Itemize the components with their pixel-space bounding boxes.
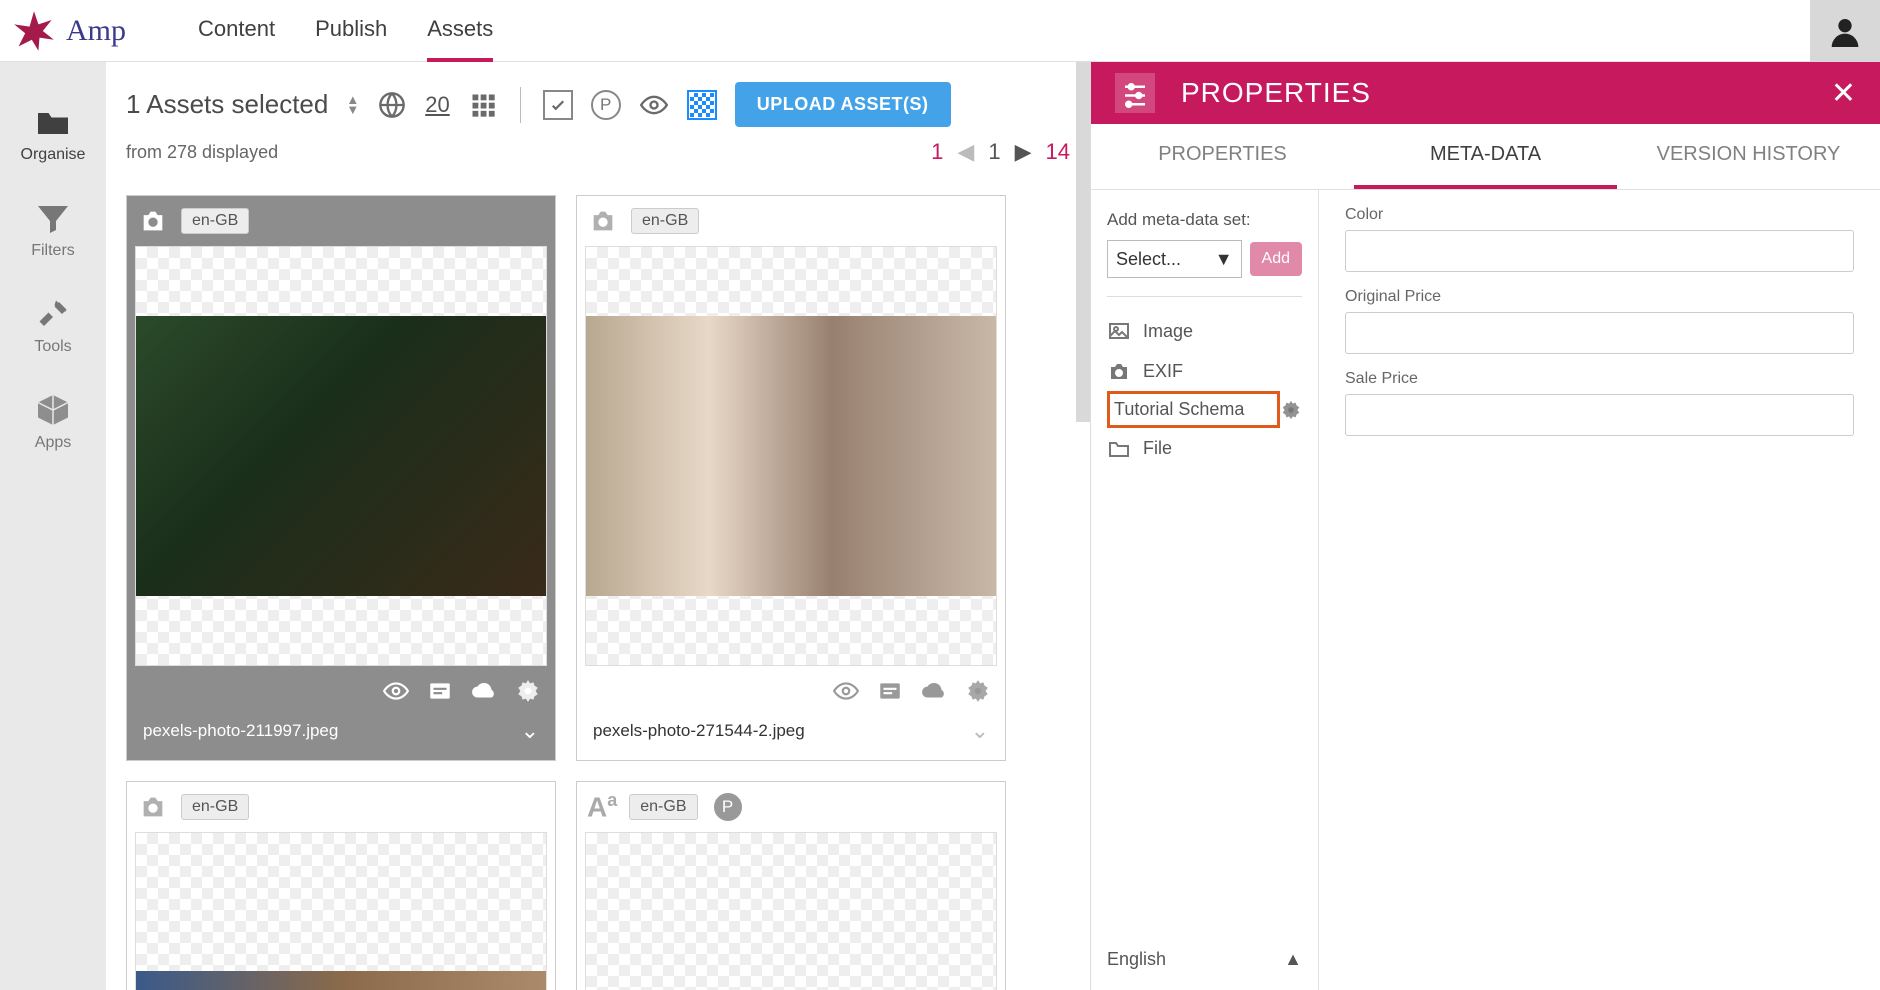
sidebar-tools[interactable]: Tools — [0, 278, 106, 374]
close-icon[interactable]: ✕ — [1831, 76, 1856, 111]
camera-icon — [587, 207, 619, 235]
locale-badge: en-GB — [181, 794, 249, 820]
field-label-original-price: Original Price — [1345, 288, 1854, 306]
text-asset-icon: Aa — [587, 790, 617, 823]
add-metadata-button[interactable]: Add — [1250, 242, 1302, 276]
nav-assets[interactable]: Assets — [427, 0, 493, 62]
nav-content[interactable]: Content — [198, 0, 275, 62]
sale-price-input[interactable] — [1345, 394, 1854, 436]
properties-header-icon — [1115, 73, 1155, 113]
image-icon — [1107, 319, 1131, 343]
brand-name: Amp — [66, 14, 126, 48]
user-icon — [1829, 15, 1861, 47]
locale-badge: en-GB — [629, 794, 697, 820]
sidebar-organise[interactable]: Organise — [0, 86, 106, 182]
metadata-set-tutorial[interactable]: Tutorial Schema — [1107, 391, 1280, 428]
chevron-down-icon[interactable]: ⌄ — [971, 718, 989, 744]
globe-icon[interactable] — [377, 90, 407, 120]
original-price-input[interactable] — [1345, 312, 1854, 354]
panel-title: PROPERTIES — [1181, 77, 1371, 109]
user-menu[interactable] — [1810, 0, 1880, 62]
select-all-icon[interactable] — [543, 90, 573, 120]
toolbar: 1 Assets selected ▲▼ 20 P UPLOAD ASSET(S… — [106, 62, 1090, 173]
metadata-select[interactable]: Select... ▼ — [1107, 240, 1242, 278]
panel-header: PROPERTIES ✕ — [1091, 62, 1880, 124]
asset-grid: en-GB pexels-photo-211997.jpeg ⌄ — [106, 173, 1090, 990]
tab-properties[interactable]: PROPERTIES — [1091, 124, 1354, 189]
upload-button[interactable]: UPLOAD ASSET(S) — [735, 82, 951, 127]
folder-outline-icon — [1107, 436, 1131, 460]
asset-card[interactable]: en-GB pexels-photo-211997.jpeg ⌄ — [126, 195, 556, 761]
preview-icon[interactable] — [639, 90, 669, 120]
page-last[interactable]: 14 — [1046, 139, 1070, 165]
top-nav: Content Publish Assets — [170, 0, 493, 62]
asset-card[interactable]: en-GB — [126, 781, 556, 990]
tab-version-history[interactable]: VERSION HISTORY — [1617, 124, 1880, 189]
metadata-set-exif[interactable]: EXIF — [1107, 351, 1302, 391]
asset-filename: pexels-photo-271544-2.jpeg — [593, 721, 805, 741]
folder-icon — [35, 104, 71, 140]
card-edit-icon[interactable] — [427, 678, 453, 704]
add-metadata-label: Add meta-data set: — [1107, 210, 1302, 230]
caret-down-icon: ▼ — [1215, 249, 1233, 270]
sidebar-filters[interactable]: Filters — [0, 182, 106, 278]
filter-icon — [35, 200, 71, 236]
sidebar-apps[interactable]: Apps — [0, 374, 106, 470]
metadata-sidebar: Add meta-data set: Select... ▼ Add Image… — [1091, 190, 1319, 990]
cube-icon — [35, 392, 71, 428]
asset-filename: pexels-photo-211997.jpeg — [143, 721, 338, 741]
properties-panel: PROPERTIES ✕ PROPERTIES META-DATA VERSIO… — [1090, 62, 1880, 990]
camera-icon — [137, 793, 169, 821]
tab-metadata[interactable]: META-DATA — [1354, 124, 1617, 189]
metadata-fields: Color Original Price Sale Price — [1319, 190, 1880, 990]
language-select[interactable]: English ▲ — [1107, 935, 1302, 970]
card-edit-icon[interactable] — [877, 678, 903, 704]
sidebar: Organise Filters Tools Apps — [0, 62, 106, 990]
metadata-set-file[interactable]: File — [1107, 428, 1302, 468]
scrollbar[interactable] — [1076, 62, 1090, 422]
chevron-down-icon[interactable]: ⌄ — [521, 718, 539, 744]
card-settings-icon[interactable] — [965, 678, 991, 704]
page-next-icon[interactable]: ▶ — [1015, 139, 1032, 165]
locale-badge: en-GB — [181, 208, 249, 234]
asset-browser: 1 Assets selected ▲▼ 20 P UPLOAD ASSET(S… — [106, 62, 1090, 990]
field-label-sale-price: Sale Price — [1345, 370, 1854, 388]
panel-tabs: PROPERTIES META-DATA VERSION HISTORY — [1091, 124, 1880, 190]
publish-icon[interactable]: P — [591, 90, 621, 120]
page-size[interactable]: 20 — [425, 92, 449, 118]
camera-icon — [1107, 359, 1131, 383]
top-bar: Amp Content Publish Assets — [0, 0, 1880, 62]
field-label-color: Color — [1345, 206, 1854, 224]
locale-badge: en-GB — [631, 208, 699, 234]
transparency-icon[interactable] — [687, 90, 717, 120]
page-first[interactable]: 1 — [931, 139, 943, 165]
card-cloud-icon[interactable] — [921, 678, 947, 704]
tools-icon — [35, 296, 71, 332]
metadata-set-image[interactable]: Image — [1107, 311, 1302, 351]
brand: Amp — [0, 9, 170, 53]
asset-thumbnail[interactable] — [585, 832, 997, 990]
selection-label: 1 Assets selected — [126, 89, 328, 120]
color-input[interactable] — [1345, 230, 1854, 272]
caret-up-icon: ▲ — [1284, 949, 1302, 970]
asset-thumbnail[interactable] — [585, 246, 997, 666]
camera-icon — [137, 207, 169, 235]
asset-card[interactable]: en-GB pexels-photo-271544-2.jpeg ⌄ — [576, 195, 1006, 761]
logo-star-icon — [12, 9, 56, 53]
asset-thumbnail[interactable] — [135, 246, 547, 666]
sort-toggle[interactable]: ▲▼ — [346, 95, 359, 115]
page-prev-icon[interactable]: ◀ — [957, 139, 974, 165]
nav-publish[interactable]: Publish — [315, 0, 387, 62]
card-cloud-icon[interactable] — [471, 678, 497, 704]
asset-card[interactable]: Aa en-GB P — [576, 781, 1006, 990]
displayed-count: from 278 displayed — [126, 142, 278, 163]
gear-icon[interactable] — [1280, 399, 1302, 421]
pagination: 1 ◀ 1 ▶ 14 — [931, 139, 1070, 165]
grid-view-icon[interactable] — [468, 90, 498, 120]
card-settings-icon[interactable] — [515, 678, 541, 704]
card-preview-icon[interactable] — [833, 678, 859, 704]
card-preview-icon[interactable] — [383, 678, 409, 704]
asset-thumbnail[interactable] — [135, 832, 547, 990]
page-current: 1 — [988, 139, 1000, 165]
